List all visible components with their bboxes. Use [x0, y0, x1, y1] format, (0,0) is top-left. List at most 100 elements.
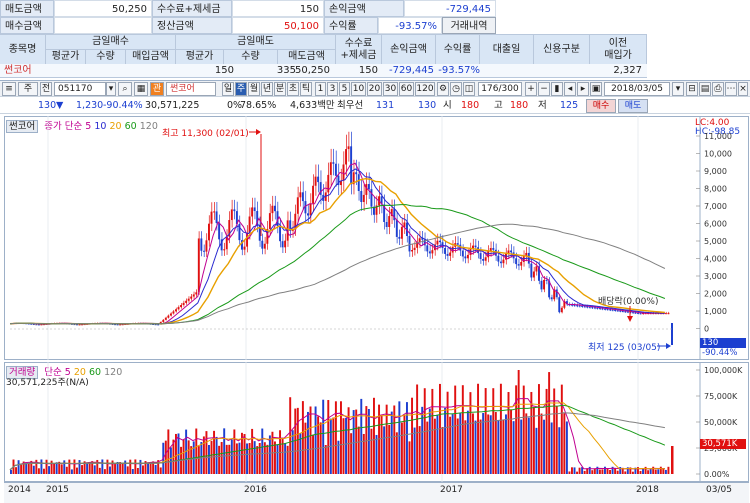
dividend-annotation: 배당락(0.00%)	[598, 297, 659, 307]
code-dropdown-icon[interactable]: ▾	[106, 82, 116, 96]
volume-bar	[591, 470, 594, 474]
candle-body	[263, 243, 266, 249]
candle-body	[411, 250, 414, 252]
candle-body	[614, 310, 617, 312]
volume-bar	[88, 463, 91, 474]
volume-bar	[312, 435, 315, 474]
clock-icon[interactable]: ◷	[450, 82, 462, 96]
interval-3[interactable]: 3	[327, 82, 338, 96]
interval-60[interactable]: 60	[399, 82, 414, 96]
volume-bar	[487, 414, 490, 474]
interval-1[interactable]: 1	[315, 82, 326, 96]
price-y-tick: 9,000	[704, 167, 727, 176]
volume-bar	[484, 388, 487, 474]
volume-bar	[98, 467, 101, 474]
volume-bar	[10, 469, 12, 474]
split-icon[interactable]: ◫	[463, 82, 475, 96]
candle-body	[482, 259, 485, 261]
close-icon[interactable]: ×	[738, 82, 748, 96]
candle-body	[609, 309, 612, 311]
volume-bar	[291, 430, 294, 474]
stock-code-input[interactable]: 051170	[54, 82, 106, 96]
x-label-last: 03/05	[706, 485, 732, 495]
period-day[interactable]: 일	[222, 82, 234, 96]
interval-20[interactable]: 20	[367, 82, 382, 96]
scroll-right-icon[interactable]: ▸	[577, 82, 589, 96]
search-icon[interactable]: ⌕	[118, 82, 132, 96]
candle-body	[510, 250, 513, 253]
watch-badge[interactable]: 관	[150, 82, 164, 96]
date-input[interactable]: 2018/03/05	[604, 82, 670, 96]
scroll-left-icon[interactable]: ◂	[564, 82, 576, 96]
candle-body	[385, 222, 388, 228]
zoom-out-icon[interactable]: −	[538, 82, 550, 96]
candle-body	[604, 308, 606, 310]
col-pl: 손익금액	[382, 35, 436, 65]
period-week[interactable]: 주	[235, 82, 247, 96]
volume-bar	[497, 420, 500, 474]
period-month[interactable]: 월	[248, 82, 260, 96]
candle-body	[413, 247, 416, 251]
lock-icon[interactable]: ⊟	[686, 82, 698, 96]
candle-body	[466, 254, 469, 259]
period-tick[interactable]: 틱	[300, 82, 312, 96]
volume-bar	[228, 444, 231, 474]
candle-body	[637, 312, 639, 314]
grid-icon[interactable]: ▦	[134, 82, 148, 96]
candle-body	[35, 324, 38, 326]
buy-button[interactable]: 매수	[586, 99, 616, 113]
volume-bar	[182, 439, 185, 474]
print-icon[interactable]: ⎙	[712, 82, 724, 96]
volume-bar	[517, 370, 520, 474]
zoom-in-icon[interactable]: +	[525, 82, 537, 96]
candle-body	[329, 162, 332, 175]
volume-bar	[459, 413, 462, 474]
period-minute[interactable]: 분	[274, 82, 286, 96]
date-picker-icon[interactable]: ▾	[672, 82, 684, 96]
mode-select[interactable]: 주	[18, 82, 38, 96]
period-second[interactable]: 초	[287, 82, 299, 96]
volume-bar	[334, 401, 337, 474]
volume-bar	[55, 462, 58, 474]
candle-body	[210, 211, 213, 224]
candle-count[interactable]: 176/300	[478, 82, 522, 96]
menu-icon[interactable]: ≡	[2, 82, 16, 96]
interval-5[interactable]: 5	[339, 82, 350, 96]
more-icon[interactable]: ⋯	[725, 82, 737, 96]
candle-body	[185, 300, 188, 303]
save-icon[interactable]: ▤	[699, 82, 711, 96]
volume-bar	[93, 465, 96, 474]
chart-type-icon[interactable]: ▮	[551, 82, 563, 96]
table-row[interactable]: 썬코어 150 335 50,250 150 -729,445 -93.57% …	[0, 64, 647, 78]
volume-bar	[124, 460, 127, 474]
period-year[interactable]: 년	[261, 82, 273, 96]
return-value: -93.57%	[378, 17, 442, 34]
volume-bar	[441, 427, 444, 474]
candle-body	[479, 253, 482, 260]
volume-bar	[101, 459, 104, 474]
settings-icon[interactable]: ⚙	[437, 82, 449, 96]
candle-body	[32, 324, 35, 326]
sell-button[interactable]: 매도	[618, 99, 648, 113]
history-button[interactable]: 거래내역	[442, 17, 496, 34]
volume-bar	[624, 471, 627, 474]
candle-body	[230, 209, 233, 221]
interval-30[interactable]: 30	[383, 82, 398, 96]
volume-bar	[266, 444, 269, 474]
prev-toggle[interactable]: 전	[40, 82, 52, 96]
calendar-icon[interactable]: ▣	[590, 82, 602, 96]
price-y-tick: 3,000	[704, 272, 727, 281]
volume-bar	[558, 427, 561, 474]
volume-bar	[492, 388, 495, 474]
volume-bar	[78, 460, 81, 474]
candle-body	[583, 306, 586, 308]
volume-bar	[197, 446, 200, 474]
open-value: 130	[418, 100, 437, 111]
volume-bar	[593, 468, 596, 474]
high-value: 180	[461, 100, 480, 111]
col-credit: 신용구분	[534, 35, 590, 65]
col-stock-name: 종목명	[0, 35, 46, 65]
interval-10[interactable]: 10	[351, 82, 366, 96]
interval-120[interactable]: 120	[415, 82, 435, 96]
quote-bar: 130 ▼ 1,230 -90.44% 30,571,225 0% 78.65%…	[0, 98, 750, 114]
